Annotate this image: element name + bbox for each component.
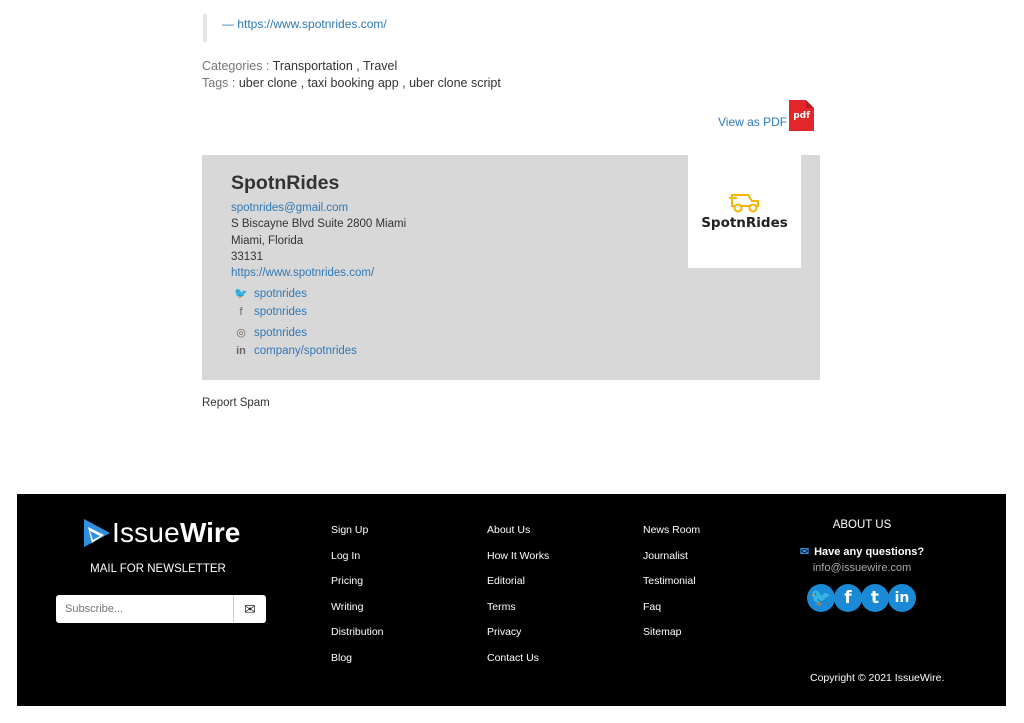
quote-source-link[interactable]: — https://www.spotnrides.com/ [222, 17, 387, 31]
linkedin-icon[interactable]: in [888, 584, 916, 612]
instagram-icon: ◎ [236, 327, 246, 339]
social-twitter[interactable]: 🐦 spotnrides [234, 287, 307, 301]
company-address-line1: S Biscayne Blvd Suite 2800 Miami [231, 218, 407, 230]
footer-link-writing[interactable]: Writing [331, 601, 384, 627]
footer-links-col1: Sign Up Log In Pricing Writing Distribut… [331, 524, 384, 678]
tags-label: Tags : [202, 76, 236, 90]
brand-issue: Issue [112, 517, 180, 548]
footer-link-news-room[interactable]: News Room [643, 524, 700, 550]
categories-value[interactable]: Transportation , Travel [273, 59, 398, 73]
issuewire-mark-icon [84, 519, 110, 547]
newsletter-label: MAIL FOR NEWSLETTER [90, 563, 226, 575]
report-spam-link[interactable]: Report Spam [202, 397, 270, 409]
company-website[interactable]: https://www.spotnrides.com/ [231, 267, 374, 279]
car-logo-icon [728, 193, 762, 213]
footer-link-sign-up[interactable]: Sign Up [331, 524, 384, 550]
footer-link-privacy[interactable]: Privacy [487, 626, 549, 652]
footer-link-testimonial[interactable]: Testimonial [643, 575, 700, 601]
facebook-icon[interactable]: f [834, 584, 862, 612]
company-email[interactable]: spotnrides@gmail.com [231, 202, 348, 214]
twitter-icon: 🐦 [234, 288, 248, 300]
company-name: SpotnRides [231, 172, 340, 194]
contact-email[interactable]: info@issuewire.com [792, 562, 932, 574]
tags-value[interactable]: uber clone , taxi booking app , uber clo… [239, 76, 501, 90]
site-footer: IssueWire MAIL FOR NEWSLETTER ✉ Sign Up … [17, 494, 1006, 706]
social-instagram-label[interactable]: spotnrides [254, 327, 307, 339]
footer-link-editorial[interactable]: Editorial [487, 575, 549, 601]
footer-link-how-it-works[interactable]: How It Works [487, 550, 549, 576]
footer-social-icons: 🐦 f t in [792, 584, 932, 612]
social-facebook-label[interactable]: spotnrides [254, 306, 307, 318]
social-instagram[interactable]: ◎ spotnrides [234, 326, 307, 340]
footer-links-col3: News Room Journalist Testimonial Faq Sit… [643, 524, 700, 652]
footer-links-col2: About Us How It Works Editorial Terms Pr… [487, 524, 549, 678]
issuewire-logo[interactable]: Issue Wire [84, 517, 240, 549]
subscribe-input[interactable] [56, 595, 234, 623]
view-as-pdf-label[interactable]: View as PDF [718, 115, 787, 131]
categories-label: Categories : [202, 59, 270, 73]
footer-link-distribution[interactable]: Distribution [331, 626, 384, 652]
footer-link-journalist[interactable]: Journalist [643, 550, 700, 576]
footer-link-sitemap[interactable]: Sitemap [643, 626, 700, 652]
copyright: Copyright © 2021 IssueWire. [810, 672, 945, 684]
questions-label: Have any questions? [814, 545, 925, 558]
footer-link-pricing[interactable]: Pricing [331, 575, 384, 601]
footer-link-about-us[interactable]: About Us [487, 524, 549, 550]
blockquote-bar [203, 14, 207, 42]
subscribe-form: ✉ [56, 595, 266, 623]
questions-row: ✉ Have any questions? [792, 545, 932, 559]
pdf-icon-text: pdf [793, 110, 811, 121]
footer-link-contact-us[interactable]: Contact Us [487, 652, 549, 678]
company-zip: 33131 [231, 251, 263, 263]
footer-link-faq[interactable]: Faq [643, 601, 700, 627]
tumblr-icon[interactable]: t [861, 584, 889, 612]
twitter-icon[interactable]: 🐦 [807, 584, 835, 612]
brand-wire: Wire [179, 517, 241, 548]
social-twitter-label[interactable]: spotnrides [254, 288, 307, 300]
company-logo: SpotnRides [688, 155, 801, 268]
linkedin-icon: in [236, 345, 246, 357]
envelope-icon[interactable]: ✉ [234, 595, 266, 623]
social-linkedin-label[interactable]: company/spotnrides [254, 345, 357, 357]
facebook-icon: f [239, 306, 243, 318]
footer-link-terms[interactable]: Terms [487, 601, 549, 627]
company-logo-text: SpotnRides [701, 214, 788, 231]
social-facebook[interactable]: f spotnrides [234, 306, 307, 318]
view-as-pdf-link[interactable]: View as PDF pdf [718, 100, 815, 131]
about-section: ABOUT US ✉ Have any questions? info@issu… [792, 519, 932, 612]
footer-link-blog[interactable]: Blog [331, 652, 384, 678]
envelope-icon: ✉ [799, 546, 810, 558]
company-card: SpotnRides spotnrides@gmail.com S Biscay… [202, 155, 820, 380]
categories-row: Categories : Transportation , Travel [202, 59, 397, 73]
social-linkedin[interactable]: in company/spotnrides [234, 345, 357, 357]
about-title: ABOUT US [832, 519, 892, 531]
tags-row: Tags : uber clone , taxi booking app , u… [202, 76, 501, 90]
pdf-file-icon[interactable]: pdf [789, 100, 815, 131]
company-address-line2: Miami, Florida [231, 235, 304, 247]
footer-link-log-in[interactable]: Log In [331, 550, 384, 576]
